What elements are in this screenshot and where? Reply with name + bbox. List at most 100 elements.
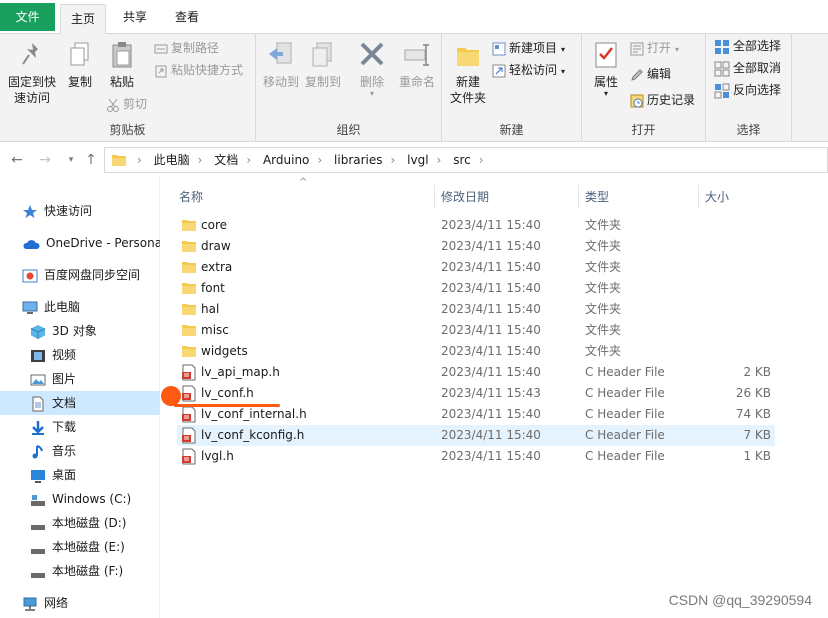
baidu-icon <box>22 269 38 282</box>
breadcrumb-separator-icon[interactable]: › <box>391 148 396 172</box>
file-row[interactable]: misc 2023/4/11 15:40 文件夹 <box>177 320 775 341</box>
file-row[interactable]: lv_conf.h 2023/4/11 15:43 C Header File 26 … <box>177 383 775 404</box>
column-header-name[interactable]: 名称 <box>173 185 435 209</box>
breadcrumb-separator-icon[interactable]: › <box>479 148 484 172</box>
file-row[interactable]: extra 2023/4/11 15:40 文件夹 <box>177 257 775 278</box>
folder-icon <box>182 304 196 315</box>
select-all-label: 全部选择 <box>733 39 782 53</box>
paste-shortcut-button[interactable]: 粘贴快捷方式 <box>154 60 243 80</box>
sidebar-item-network[interactable]: 网络 <box>22 591 160 615</box>
sidebar-item-label: 3D 对象 <box>52 324 97 338</box>
tab-file[interactable]: 文件 <box>0 3 55 31</box>
sidebar-item-onedrive[interactable]: OneDrive - Persona <box>22 231 160 255</box>
file-row[interactable]: core 2023/4/11 15:40 文件夹 <box>177 215 775 236</box>
breadcrumb-separator-icon[interactable]: › <box>246 148 251 172</box>
copy-path-button[interactable]: 复制路径 <box>154 38 219 58</box>
tab-view[interactable]: 查看 <box>165 3 209 31</box>
tab-home[interactable]: 主页 <box>60 4 106 35</box>
new-folder-label: 新建 文件夹 <box>449 75 486 105</box>
sidebar-item-drive-c[interactable]: Windows (C:) <box>30 487 160 511</box>
breadcrumb-arduino[interactable]: Arduino <box>263 148 309 172</box>
sidebar-item-desktop[interactable]: 桌面 <box>30 463 160 487</box>
invert-selection-button[interactable]: 反向选择 <box>714 80 781 100</box>
column-header-date[interactable]: 修改日期 <box>435 185 579 209</box>
sidebar-item-drive-e[interactable]: 本地磁盘 (E:) <box>30 535 160 559</box>
tab-share[interactable]: 共享 <box>113 3 157 31</box>
copy-path-icon <box>154 44 168 53</box>
file-row[interactable]: widgets 2023/4/11 15:40 文件夹 <box>177 341 775 362</box>
easy-access-button[interactable]: 轻松访问 ▾ <box>492 60 565 80</box>
file-row[interactable]: lvgl.h 2023/4/11 15:40 C Header File 1 KB <box>177 446 775 467</box>
paste-button[interactable]: 粘贴 <box>102 40 142 90</box>
breadcrumb-separator-icon: › <box>137 153 142 167</box>
pin-quick-access-button[interactable]: 固定到快 速访问 <box>4 40 60 106</box>
delete-x-icon <box>360 42 384 66</box>
breadcrumb-src[interactable]: src <box>453 148 471 172</box>
sidebar-item-pictures[interactable]: 图片 <box>30 367 160 391</box>
file-type: C Header File <box>585 365 665 379</box>
copy-button[interactable]: 复制 <box>62 40 98 90</box>
select-none-button[interactable]: 全部取消 <box>714 58 781 78</box>
sidebar-item-drive-d[interactable]: 本地磁盘 (D:) <box>30 511 160 535</box>
new-item-dropdown-icon: ▾ <box>561 45 566 54</box>
copy-to-button[interactable]: 复制到 <box>302 40 344 90</box>
properties-button[interactable]: 属性 ▾ <box>586 40 626 98</box>
open-group-label: 打开 <box>631 123 656 137</box>
folder-icon <box>182 262 196 273</box>
sidebar-item-label: 此电脑 <box>44 300 81 314</box>
up-arrow-icon[interactable]: ↑ <box>82 151 100 169</box>
sidebar-item-quick-access[interactable]: 快速访问 <box>22 199 160 223</box>
c-header-file-icon <box>182 385 196 402</box>
file-row[interactable]: lv_conf_internal.h 2023/4/11 15:40 C Heade… <box>177 404 775 425</box>
folder-icon <box>182 325 196 336</box>
new-item-button[interactable]: 新建项目 ▾ <box>492 38 565 58</box>
delete-button[interactable]: 删除 ▾ <box>352 40 392 98</box>
breadcrumb-this-pc[interactable]: 此电脑 <box>154 148 190 172</box>
copy-label: 复制 <box>67 75 92 89</box>
breadcrumb-separator-icon[interactable]: › <box>198 148 203 172</box>
select-all-button[interactable]: 全部选择 <box>714 36 781 56</box>
edit-label: 编辑 <box>647 67 672 81</box>
picture-icon <box>30 374 46 385</box>
back-arrow-icon[interactable]: ← <box>8 151 26 169</box>
clipboard-group: 固定到快 速访问 复制 粘贴 复制路径 粘贴快捷方式 剪切 剪贴板 <box>0 34 256 142</box>
edit-button[interactable]: 编辑 <box>630 64 671 84</box>
forward-arrow-icon[interactable]: → <box>36 151 54 169</box>
sidebar-item-documents[interactable]: 文档 <box>0 391 160 415</box>
file-row[interactable]: hal 2023/4/11 15:40 文件夹 <box>177 299 775 320</box>
file-row[interactable]: lv_api_map.h 2023/4/11 15:40 C Header File… <box>177 362 775 383</box>
folder-icon <box>112 155 126 166</box>
sidebar-item-baidu-sync[interactable]: 百度网盘同步空间 <box>22 263 160 287</box>
breadcrumb-lvgl[interactable]: lvgl <box>407 148 428 172</box>
column-header-type[interactable]: 类型 <box>579 185 699 209</box>
new-folder-button[interactable]: 新建 文件夹 <box>446 40 490 106</box>
sidebar-item-this-pc[interactable]: 此电脑 <box>22 295 160 319</box>
history-button[interactable]: 历史记录 <box>630 90 695 110</box>
address-bar[interactable]: › 此电脑 › 文档 › Arduino › libraries › lvgl › src… <box>104 147 828 173</box>
copy-to-icon <box>312 42 332 67</box>
file-size: 74 KB <box>735 407 771 421</box>
rename-button[interactable]: 重命名 <box>394 40 440 90</box>
column-header-size[interactable]: 大小 <box>699 185 775 209</box>
open-button[interactable]: 打开 ▾ <box>630 38 679 58</box>
file-row[interactable]: draw 2023/4/11 15:40 文件夹 <box>177 236 775 257</box>
move-to-button[interactable]: 移动到 <box>260 40 302 90</box>
history-icon <box>630 94 644 107</box>
sidebar-item-drive-f[interactable]: 本地磁盘 (F:) <box>30 559 160 583</box>
breadcrumb-separator-icon[interactable]: › <box>437 148 442 172</box>
file-type: 文件夹 <box>585 281 622 295</box>
breadcrumb-separator-icon[interactable]: › <box>317 148 322 172</box>
sidebar-item-3d-objects[interactable]: 3D 对象 <box>30 319 160 343</box>
rename-label: 重命名 <box>398 75 435 89</box>
breadcrumb-documents[interactable]: 文档 <box>214 148 238 172</box>
drive-icon <box>31 494 45 506</box>
recent-locations-chevron-icon[interactable]: ▾ <box>62 151 80 169</box>
sidebar-item-music[interactable]: 音乐 <box>30 439 160 463</box>
sidebar-item-videos[interactable]: 视频 <box>30 343 160 367</box>
cut-button[interactable]: 剪切 <box>106 94 147 114</box>
breadcrumb-libraries[interactable]: libraries <box>334 148 382 172</box>
file-row[interactable]: lv_conf_kconfig.h 2023/4/11 15:40 C Header… <box>177 425 775 446</box>
sidebar-item-downloads[interactable]: 下载 <box>30 415 160 439</box>
file-row[interactable]: font 2023/4/11 15:40 文件夹 <box>177 278 775 299</box>
file-name: extra <box>201 260 233 274</box>
